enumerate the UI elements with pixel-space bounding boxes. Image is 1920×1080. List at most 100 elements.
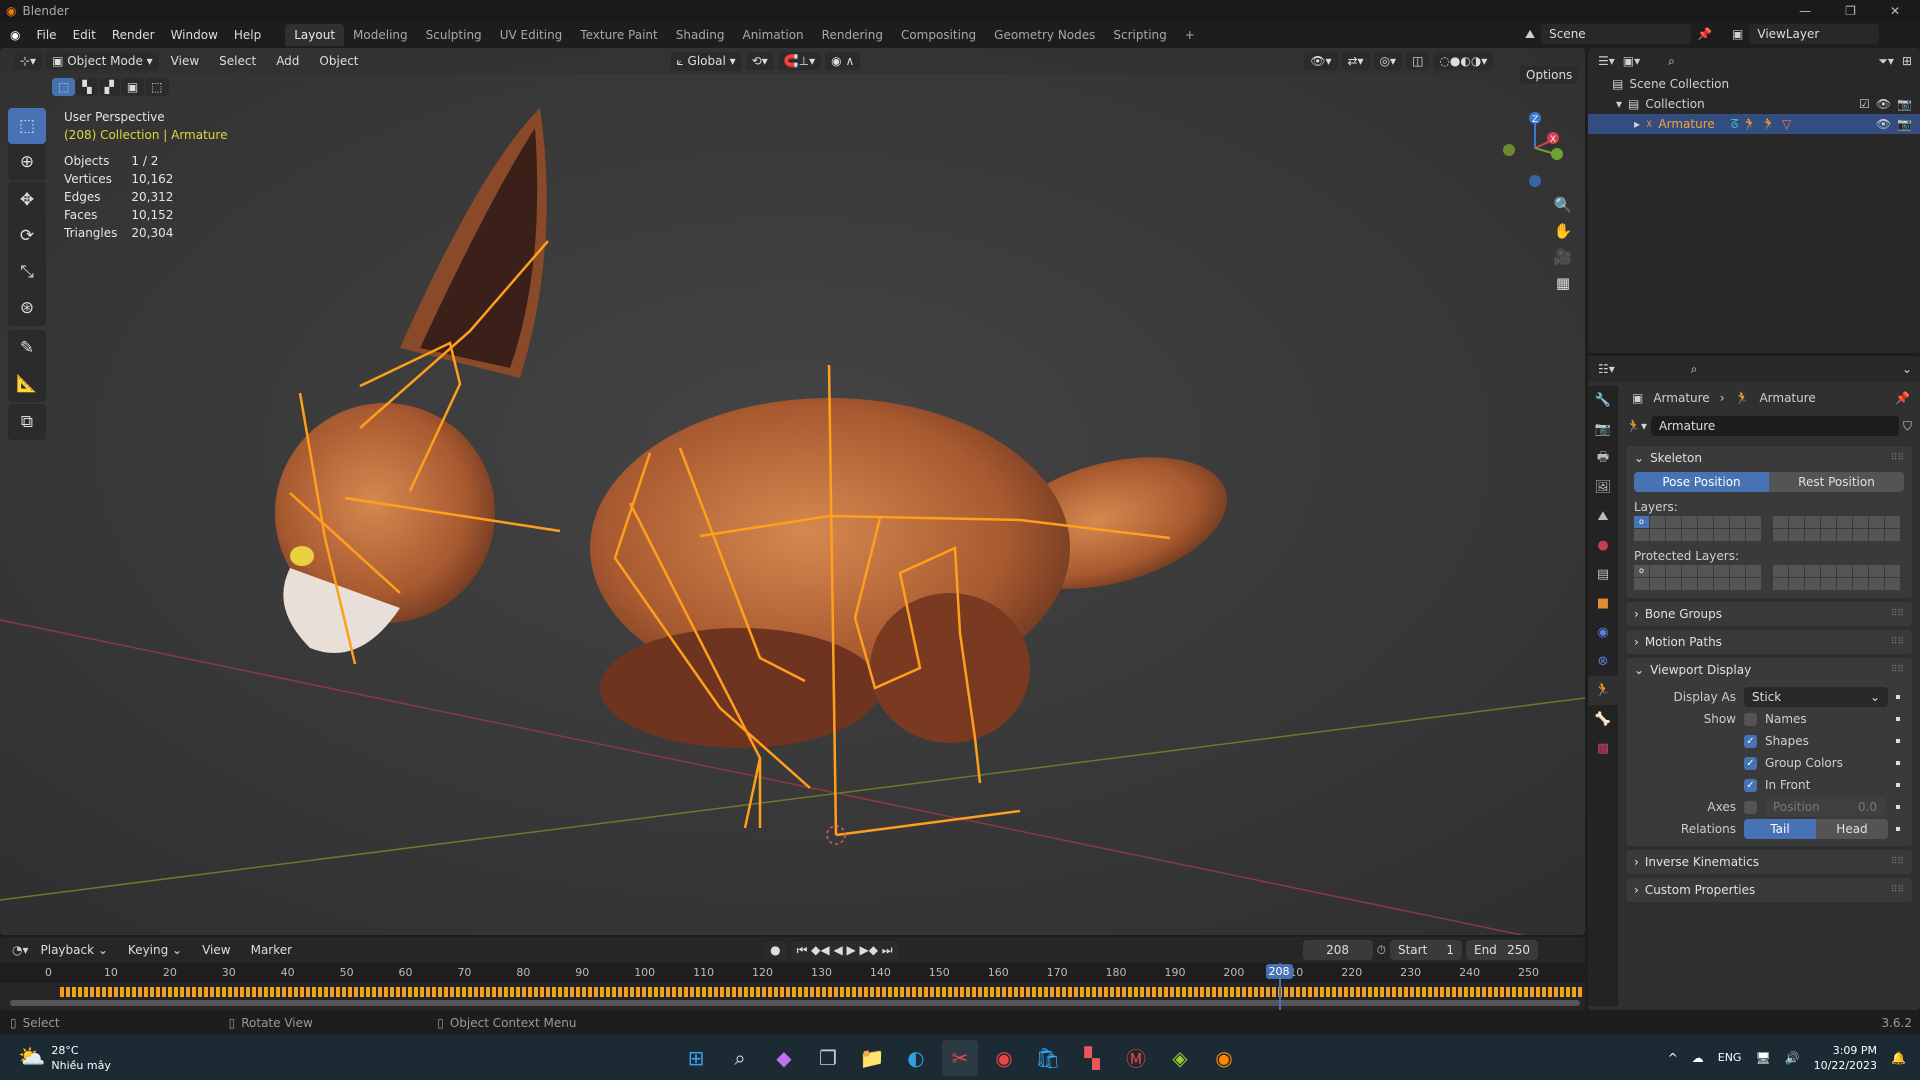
view-layer-tab-icon[interactable]: 🖼 [1588, 473, 1618, 502]
layer-toggle[interactable] [1714, 578, 1729, 590]
layer-toggle[interactable] [1730, 578, 1745, 590]
keyframe-dot[interactable] [1896, 783, 1900, 787]
layer-toggle[interactable] [1746, 565, 1761, 577]
app-icon[interactable]: ▚ [1074, 1040, 1110, 1076]
layer-toggle[interactable] [1698, 516, 1713, 528]
layer-toggle[interactable] [1821, 578, 1836, 590]
filter-icon[interactable]: ⏷▾ [1878, 54, 1894, 69]
menu-edit[interactable]: Edit [65, 28, 104, 42]
3d-viewport[interactable]: ⊹▾ ▣ Object Mode ▾ View Select Add Objec… [0, 48, 1585, 935]
editor-type-icon[interactable]: ☷▾ [1598, 362, 1615, 376]
layer-toggle[interactable]: o [1634, 516, 1649, 528]
menu-window[interactable]: Window [163, 28, 226, 42]
overlay-toggle-icon[interactable]: ◎▾ [1373, 52, 1403, 70]
volume-icon[interactable]: 🔊 [1785, 1051, 1800, 1065]
tab-scripting[interactable]: Scripting [1104, 24, 1175, 46]
layer-toggle[interactable] [1650, 565, 1665, 577]
layer-toggle[interactable] [1821, 529, 1836, 541]
proportional-edit-icon[interactable]: ◉ ∧ [825, 52, 861, 70]
clock[interactable]: 3:09 PM 10/22/2023 [1814, 1043, 1877, 1073]
layer-toggle[interactable] [1714, 516, 1729, 528]
stopwatch-icon[interactable]: ⏱ [1377, 943, 1386, 958]
start-icon[interactable]: ⊞ [678, 1040, 714, 1076]
relations-tail-button[interactable]: Tail [1744, 819, 1816, 839]
layer-toggle[interactable] [1789, 578, 1804, 590]
world-tab-icon[interactable]: ● [1588, 531, 1618, 560]
drag-grip-icon[interactable]: ⠿⠿ [1891, 453, 1904, 463]
tool-tab-icon[interactable]: 🔧 [1588, 386, 1618, 415]
eye-icon[interactable]: 👁 [1876, 97, 1891, 111]
layer-toggle[interactable] [1730, 516, 1745, 528]
navigation-gizmo[interactable]: Z X [1495, 108, 1575, 188]
record-button[interactable]: ● [764, 941, 787, 959]
skeleton-panel-header[interactable]: ⌄ Skeleton ⠿⠿ [1626, 446, 1912, 470]
layer-toggle[interactable] [1885, 578, 1900, 590]
editor-type-icon[interactable]: ◔▾ [12, 943, 29, 957]
layer-toggle[interactable] [1805, 529, 1820, 541]
tab-uv-editing[interactable]: UV Editing [491, 24, 572, 46]
gizmo-toggle-icon[interactable]: ⇄▾ [1341, 52, 1370, 70]
tab-shading[interactable]: Shading [667, 24, 734, 46]
layer-toggle[interactable] [1746, 529, 1761, 541]
layer-toggle[interactable] [1869, 516, 1884, 528]
tray-chevron-icon[interactable]: ^ [1668, 1051, 1678, 1065]
layer-toggle[interactable] [1789, 516, 1804, 528]
menu-object[interactable]: Object [311, 54, 366, 68]
relations-head-button[interactable]: Head [1816, 819, 1888, 839]
view-layer-field[interactable]: ViewLayer [1749, 24, 1880, 44]
layer-toggle[interactable] [1853, 529, 1868, 541]
annotate-tool-icon[interactable]: ✎ [8, 330, 46, 366]
layer-toggle[interactable] [1650, 516, 1665, 528]
expand-arrow-icon[interactable]: ▸ [1634, 117, 1640, 131]
layer-toggle[interactable] [1837, 565, 1852, 577]
drag-grip-icon[interactable]: ⠿⠿ [1891, 609, 1904, 619]
layer-toggle[interactable] [1773, 565, 1788, 577]
select-subtract-icon[interactable]: ▞ [98, 78, 120, 96]
view-menu[interactable]: View [194, 943, 238, 957]
scene-tab-icon[interactable]: ⛰ [1588, 502, 1618, 531]
ortho-grid-icon[interactable]: ▦ [1550, 270, 1576, 296]
mode-dropdown[interactable]: ▣ Object Mode ▾ [46, 52, 159, 70]
menu-help[interactable]: Help [226, 28, 269, 42]
layer-toggle[interactable] [1789, 529, 1804, 541]
marker-menu[interactable]: Marker [243, 943, 300, 957]
onedrive-icon[interactable]: ☁ [1692, 1051, 1704, 1065]
bone-groups-panel[interactable]: › Bone Groups ⠿⠿ [1626, 602, 1912, 626]
blender-menu-icon[interactable]: ◉ [10, 28, 20, 42]
start-frame-field[interactable]: Start 1 [1389, 940, 1462, 960]
layer-toggle[interactable] [1805, 516, 1820, 528]
layer-toggle[interactable] [1698, 578, 1713, 590]
keyframe-dot[interactable] [1896, 805, 1900, 809]
axes-checkbox[interactable] [1744, 800, 1757, 814]
move-tool-icon[interactable]: ✥ [8, 182, 46, 218]
layer-toggle[interactable] [1650, 529, 1665, 541]
drag-grip-icon[interactable]: ⠿⠿ [1891, 857, 1904, 867]
motion-paths-panel[interactable]: › Motion Paths ⠿⠿ [1626, 630, 1912, 654]
layer-toggle[interactable] [1869, 578, 1884, 590]
rotate-tool-icon[interactable]: ⟳ [8, 218, 46, 254]
menu-view[interactable]: View [163, 54, 207, 68]
new-collection-icon[interactable]: ⊞ [1902, 54, 1912, 68]
layer-toggle[interactable]: o [1634, 565, 1649, 577]
bone-tab-icon[interactable]: 🦴 [1588, 705, 1618, 734]
texture-tab-icon[interactable]: ▩ [1588, 734, 1618, 763]
layer-toggle[interactable] [1773, 578, 1788, 590]
tab-sculpting[interactable]: Sculpting [417, 24, 491, 46]
drag-grip-icon[interactable]: ⠿⠿ [1891, 665, 1904, 675]
layer-toggle[interactable] [1837, 529, 1852, 541]
select-invert-icon[interactable]: ▣ [120, 78, 145, 96]
copilot-icon[interactable]: ◆ [766, 1040, 802, 1076]
outliner-row-scene-collection[interactable]: ▤ Scene Collection [1588, 74, 1920, 94]
layer-toggle[interactable] [1666, 578, 1681, 590]
layer-toggle[interactable] [1650, 578, 1665, 590]
drag-grip-icon[interactable]: ⠿⠿ [1891, 637, 1904, 647]
minimize-button[interactable]: — [1799, 4, 1811, 18]
tab-modeling[interactable]: Modeling [344, 24, 417, 46]
keyframe-dot[interactable] [1896, 717, 1900, 721]
camera-view-icon[interactable]: 🎥 [1550, 244, 1576, 270]
layer-toggle[interactable] [1773, 529, 1788, 541]
viewport-scene[interactable] [0, 48, 1585, 935]
snipping-tool-icon[interactable]: ✂ [942, 1039, 978, 1076]
m-app-icon[interactable]: Ⓜ [1118, 1040, 1154, 1076]
keyframe-dot[interactable] [1896, 695, 1900, 699]
